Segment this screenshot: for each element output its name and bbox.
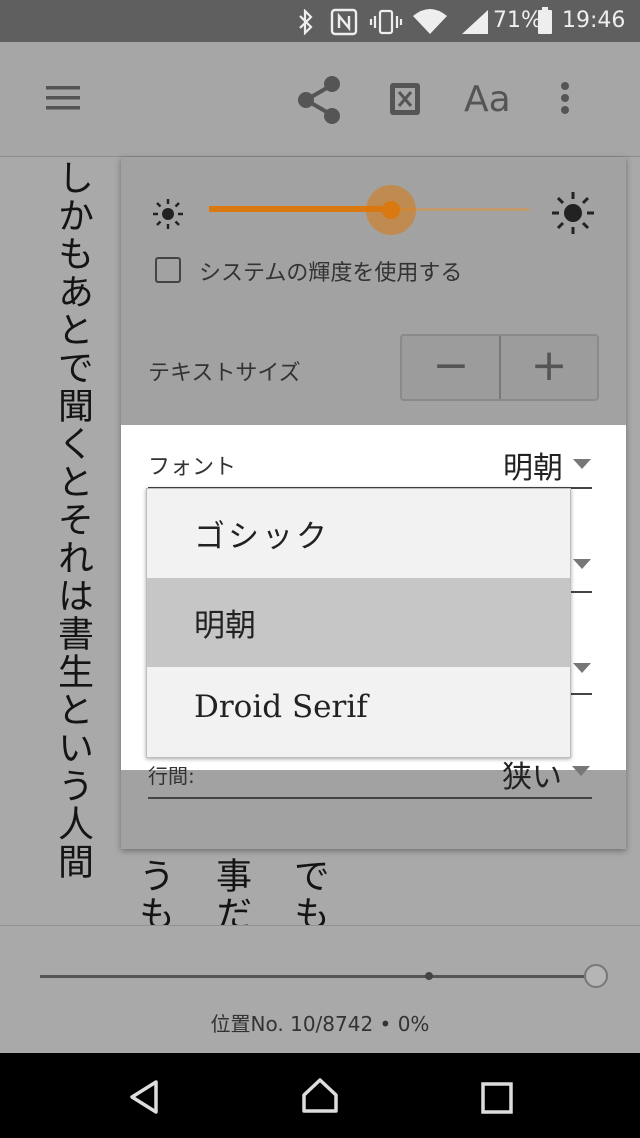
font-option-mincho[interactable]: 明朝 <box>147 578 570 667</box>
vibrate-icon <box>369 9 403 35</box>
share-icon <box>298 76 340 124</box>
font-option-gothic[interactable]: ゴシック <box>147 489 570 578</box>
text-size-label: テキストサイズ <box>148 361 301 386</box>
chevron-down-icon <box>573 459 591 469</box>
x-ray-icon <box>390 83 420 115</box>
bottom-bar: 位置No. 10/8742 • 0% <box>0 925 640 1054</box>
font-dropdown: ゴシック 明朝 Droid Serif <box>146 488 571 758</box>
font-select[interactable]: 明朝 <box>471 439 595 489</box>
chevron-down-icon <box>573 559 591 569</box>
font-select-value: 明朝 <box>503 451 563 486</box>
app-bar: Aa <box>0 42 640 157</box>
text-column: しかもあとで聞くとそれは書生という人間 <box>52 159 93 881</box>
nfc-icon <box>330 8 358 36</box>
font-settings-button[interactable]: Aa <box>464 76 520 124</box>
bookmark-marker <box>425 972 433 980</box>
back-icon[interactable] <box>124 1077 164 1117</box>
navigation-bar <box>0 1053 640 1138</box>
font-option-label: 明朝 <box>194 608 256 644</box>
more-vert-icon <box>561 82 569 114</box>
font-option-label: ゴシック <box>194 519 330 555</box>
menu-button[interactable] <box>40 78 88 118</box>
line-spacing-value: 狭い <box>502 760 562 795</box>
wifi-icon <box>413 9 447 34</box>
line-spacing-label: 行間: <box>148 764 195 788</box>
battery-icon <box>538 7 552 34</box>
font-option-label: Droid Serif <box>194 689 368 725</box>
bluetooth-icon <box>299 9 313 35</box>
home-icon[interactable] <box>300 1075 340 1115</box>
text-column: うも <box>133 857 174 925</box>
hamburger-icon <box>46 86 80 110</box>
increase-text-size-button[interactable]: + <box>501 336 597 399</box>
status-bar: 71% 19:46 <box>0 0 640 42</box>
location-text: 位置No. 10/8742 • 0% <box>210 1012 430 1036</box>
brightness-low-icon <box>153 199 183 229</box>
text-size-stepper: − + <box>400 334 599 401</box>
brightness-slider[interactable] <box>209 185 529 235</box>
system-brightness-label: システムの輝度を使用する <box>199 261 463 286</box>
x-ray-button[interactable] <box>386 80 426 120</box>
slider-fill <box>209 206 392 212</box>
system-brightness-checkbox[interactable] <box>155 257 181 283</box>
chevron-down-icon <box>572 766 590 776</box>
font-label: フォント <box>148 455 237 480</box>
recents-icon[interactable] <box>480 1081 516 1117</box>
chevron-down-icon <box>573 663 591 673</box>
slider-thumb[interactable] <box>366 185 417 235</box>
line-spacing-underline <box>148 797 592 799</box>
slider-track <box>40 975 585 978</box>
more-button[interactable] <box>552 78 578 122</box>
slider-thumb[interactable] <box>584 964 608 988</box>
share-button[interactable] <box>294 74 346 126</box>
text-column: でも <box>288 857 329 925</box>
brightness-high-icon <box>552 192 594 234</box>
font-option-droid-serif[interactable]: Droid Serif <box>147 667 570 756</box>
location-slider[interactable] <box>40 964 608 990</box>
text-column: 事だ <box>210 857 251 925</box>
signal-icon <box>462 10 488 34</box>
decrease-text-size-button[interactable]: − <box>402 336 500 399</box>
battery-percent: 71% <box>493 8 542 33</box>
clock: 19:46 <box>562 8 626 33</box>
